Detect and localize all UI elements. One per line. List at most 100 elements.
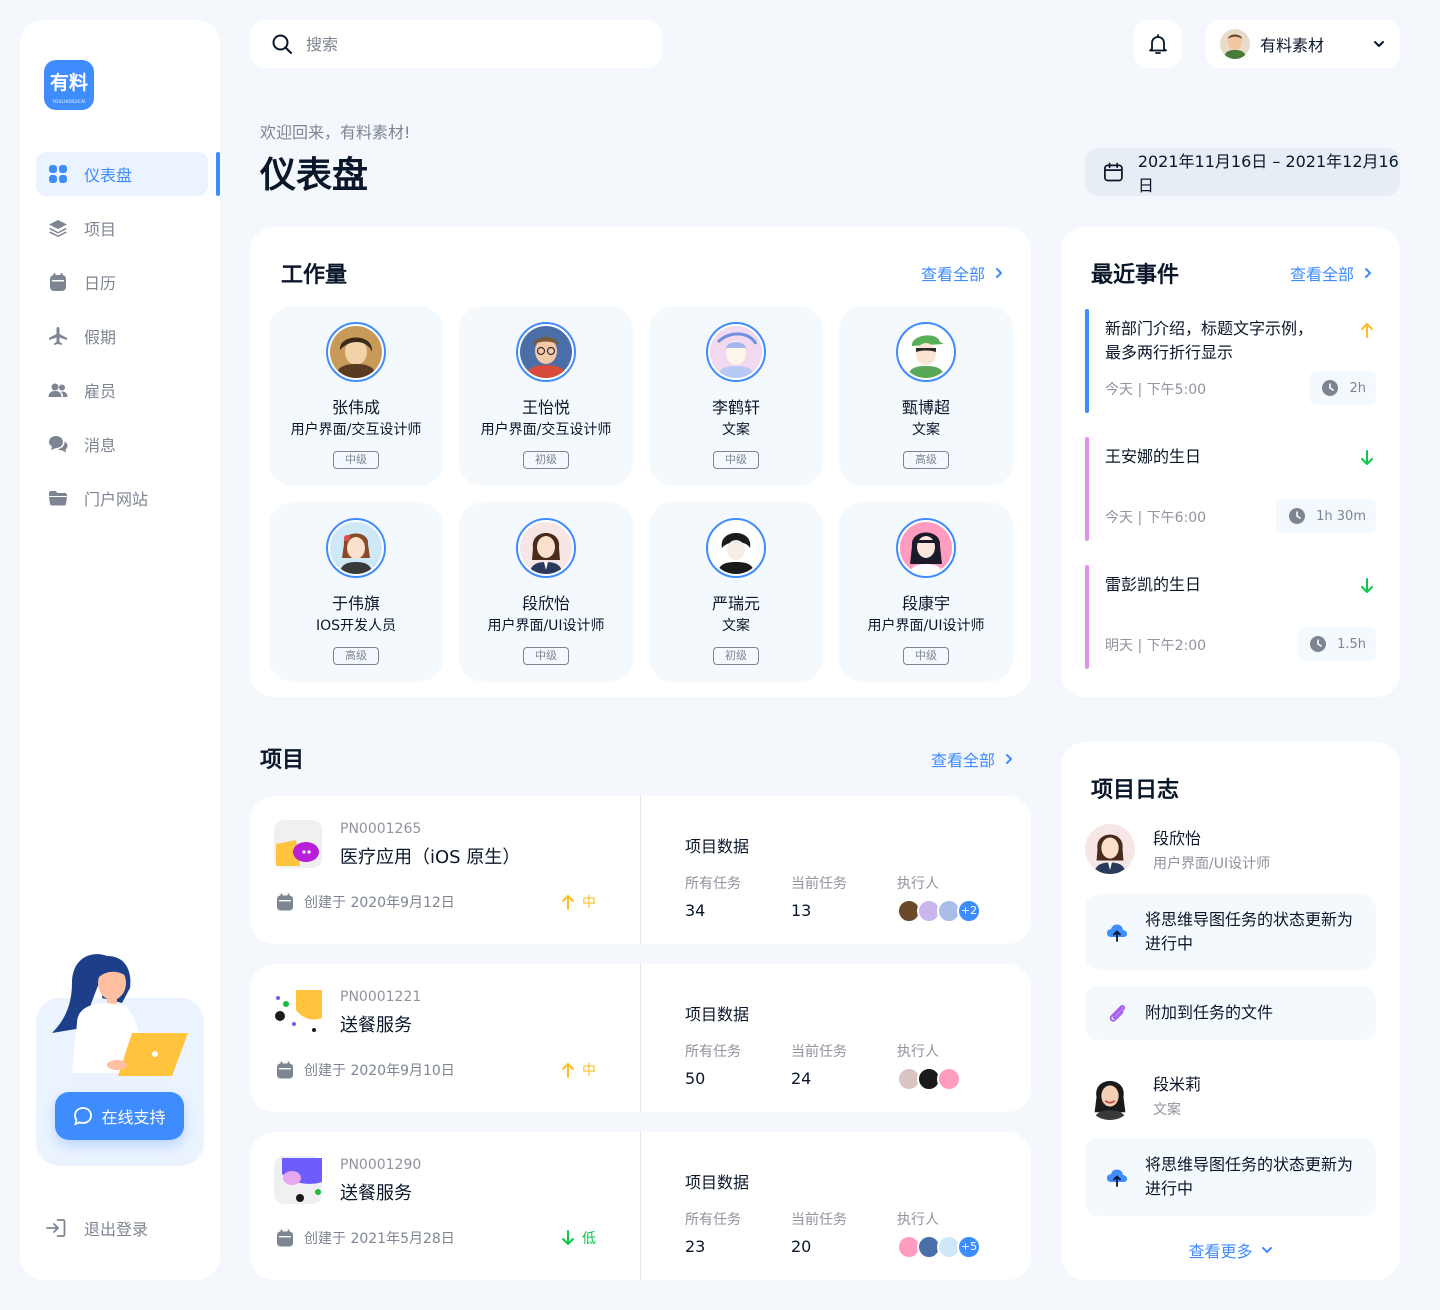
- activity-user-role: 文案: [1153, 1102, 1181, 1118]
- assignees-stat: 执行人 +2: [897, 873, 981, 923]
- date-range-picker[interactable]: 2021年11月16日 – 2021年12月16日: [1085, 148, 1400, 196]
- view-more-link[interactable]: 查看更多: [1061, 1238, 1400, 1262]
- search-input[interactable]: [306, 34, 626, 54]
- member-card[interactable]: 于伟旗 IOS开发人员 高级: [269, 502, 443, 682]
- event-title: 王安娜的生日: [1105, 447, 1202, 466]
- calendar-icon: [48, 272, 68, 292]
- member-role: 用户界面/UI设计师: [487, 618, 605, 634]
- arrow-up-icon: [1361, 323, 1373, 338]
- avatar: [326, 518, 386, 578]
- event-item[interactable]: 雷彭凯的生日 明天 | 下午2:00 1.5h: [1085, 565, 1376, 669]
- member-level-badge: 中级: [713, 451, 759, 469]
- member-card[interactable]: 李鹤轩 文案 中级: [649, 306, 823, 486]
- member-name: 李鹤轩: [711, 398, 760, 417]
- sidebar-item-messages[interactable]: 消息: [36, 422, 208, 466]
- project-name: 医疗应用（iOS 原生）: [340, 847, 521, 868]
- online-support-button[interactable]: 在线支持: [55, 1092, 184, 1140]
- nearest-events-card: 最近事件 查看全部 新部门介绍，标题文字示例，最多两行折行显示 今天 | 下午5…: [1061, 227, 1400, 697]
- chevron-down-icon: [1261, 1247, 1272, 1253]
- projects-view-all-link[interactable]: 查看全部: [931, 747, 1015, 771]
- project-number: PN0001265: [340, 821, 422, 837]
- brand-logo-text: 有料: [49, 72, 88, 94]
- priority-label: 中: [582, 1063, 596, 1079]
- member-card[interactable]: 段欣怡 用户界面/UI设计师 中级: [459, 502, 633, 682]
- project-data-title: 项目数据: [685, 1005, 750, 1024]
- page-title: 仪表盘: [260, 155, 369, 196]
- divider: [640, 1132, 641, 1280]
- event-time: 明天 | 下午2:00: [1105, 638, 1207, 654]
- activity-user[interactable]: 段米莉 文案: [1085, 1070, 1201, 1120]
- event-item[interactable]: 王安娜的生日 今天 | 下午6:00 1h 30m: [1085, 437, 1376, 541]
- project-data-title: 项目数据: [685, 1173, 750, 1192]
- avatar: [516, 518, 576, 578]
- current-tasks-stat: 当前任务 13: [791, 873, 847, 920]
- event-title: 新部门介绍，标题文字示例，最多两行折行显示: [1105, 319, 1314, 362]
- event-item[interactable]: 新部门介绍，标题文字示例，最多两行折行显示 今天 | 下午5:00 2h: [1085, 309, 1376, 413]
- avatar: [1085, 1070, 1135, 1120]
- event-color-bar: [1085, 309, 1089, 413]
- activity-text: 将思维导图任务的状态更新为进行中: [1145, 910, 1354, 953]
- member-role: 用户界面/UI设计师: [867, 618, 985, 634]
- member-name: 严瑞元: [711, 594, 760, 613]
- paperclip-icon: [1109, 1004, 1126, 1022]
- activity-user-name: 段欣怡: [1153, 829, 1202, 848]
- current-tasks-value: 20: [791, 1237, 812, 1256]
- bell-icon: [1149, 34, 1167, 54]
- event-duration-text: 2h: [1349, 380, 1366, 396]
- project-card[interactable]: PN0001221 送餐服务 创建于 2020年9月10日 中 项目数据 所有任…: [250, 964, 1031, 1112]
- logout-icon: [46, 1219, 66, 1237]
- project-card[interactable]: PN0001290 送餐服务 创建于 2021年5月28日 低 项目数据 所有任…: [250, 1132, 1031, 1280]
- assignees-avatars[interactable]: +2: [897, 899, 981, 923]
- clock-icon: [1322, 380, 1339, 396]
- event-title: 雷彭凯的生日: [1105, 575, 1202, 594]
- sidebar-item-employees[interactable]: 雇员: [36, 368, 208, 412]
- avatar: [896, 518, 956, 578]
- project-name: 送餐服务: [340, 1015, 412, 1036]
- member-level-badge: 中级: [333, 451, 379, 469]
- assignees-avatars[interactable]: [897, 1067, 961, 1091]
- date-range-text: 2021年11月16日 – 2021年12月16日: [1137, 152, 1399, 195]
- workload-view-all-link[interactable]: 查看全部: [921, 261, 1005, 285]
- member-name: 甄博超: [901, 398, 950, 417]
- view-all-label: 查看全部: [921, 265, 986, 284]
- all-tasks-value: 34: [685, 901, 706, 920]
- brand-logo[interactable]: 有料 YOULIAOSUCAI: [44, 60, 94, 110]
- member-level-badge: 中级: [523, 647, 569, 665]
- member-card[interactable]: 段康宇 用户界面/UI设计师 中级: [839, 502, 1013, 682]
- events-view-all-link[interactable]: 查看全部: [1290, 261, 1374, 285]
- user-menu[interactable]: 有料素材: [1206, 20, 1400, 68]
- project-created-text: 创建于 2020年9月12日: [304, 895, 455, 911]
- sidebar-item-vacations[interactable]: 假期: [36, 314, 208, 358]
- logout-button[interactable]: 退出登录: [44, 1216, 148, 1240]
- sidebar-item-projects[interactable]: 项目: [36, 206, 208, 250]
- activity-user-role: 用户界面/UI设计师: [1153, 856, 1271, 872]
- notifications-button[interactable]: [1134, 20, 1182, 68]
- all-tasks-label: 所有任务: [685, 876, 741, 892]
- search-bar: [250, 20, 662, 68]
- arrow-down-icon: [1361, 578, 1373, 593]
- member-card[interactable]: 严瑞元 文案 初级: [649, 502, 823, 682]
- member-name: 张伟成: [331, 398, 380, 417]
- sidebar: 有料 YOULIAOSUCAI 仪表盘 项目 日历 假期 雇员 消息 门户网站 …: [20, 20, 220, 1280]
- sidebar-item-portal[interactable]: 门户网站: [36, 476, 208, 520]
- sidebar-item-label: 假期: [84, 328, 117, 347]
- member-card[interactable]: 王怡悦 用户界面/交互设计师 初级: [459, 306, 633, 486]
- project-name: 送餐服务: [340, 1183, 412, 1204]
- more-assignees-badge: +2: [957, 899, 981, 923]
- sidebar-item-label: 消息: [84, 436, 117, 455]
- all-tasks-value: 23: [685, 1237, 706, 1256]
- assignees-avatars[interactable]: +5: [897, 1235, 981, 1259]
- project-card[interactable]: PN0001265 医疗应用（iOS 原生） 创建于 2020年9月12日 中 …: [250, 796, 1031, 944]
- member-card[interactable]: 张伟成 用户界面/交互设计师 中级: [269, 306, 443, 486]
- priority-label: 低: [582, 1231, 596, 1247]
- calendar-icon: [277, 1229, 293, 1247]
- project-thumbnail: [274, 820, 322, 868]
- member-card[interactable]: 甄博超 文案 高级: [839, 306, 1013, 486]
- events-title: 最近事件: [1091, 263, 1180, 288]
- activity-user[interactable]: 段欣怡 用户界面/UI设计师: [1085, 824, 1270, 874]
- assignees-label: 执行人: [897, 1212, 939, 1228]
- event-duration: 2h: [1309, 371, 1376, 405]
- folder-icon: [48, 488, 68, 508]
- sidebar-item-calendar[interactable]: 日历: [36, 260, 208, 304]
- sidebar-item-dashboard[interactable]: 仪表盘: [36, 152, 220, 196]
